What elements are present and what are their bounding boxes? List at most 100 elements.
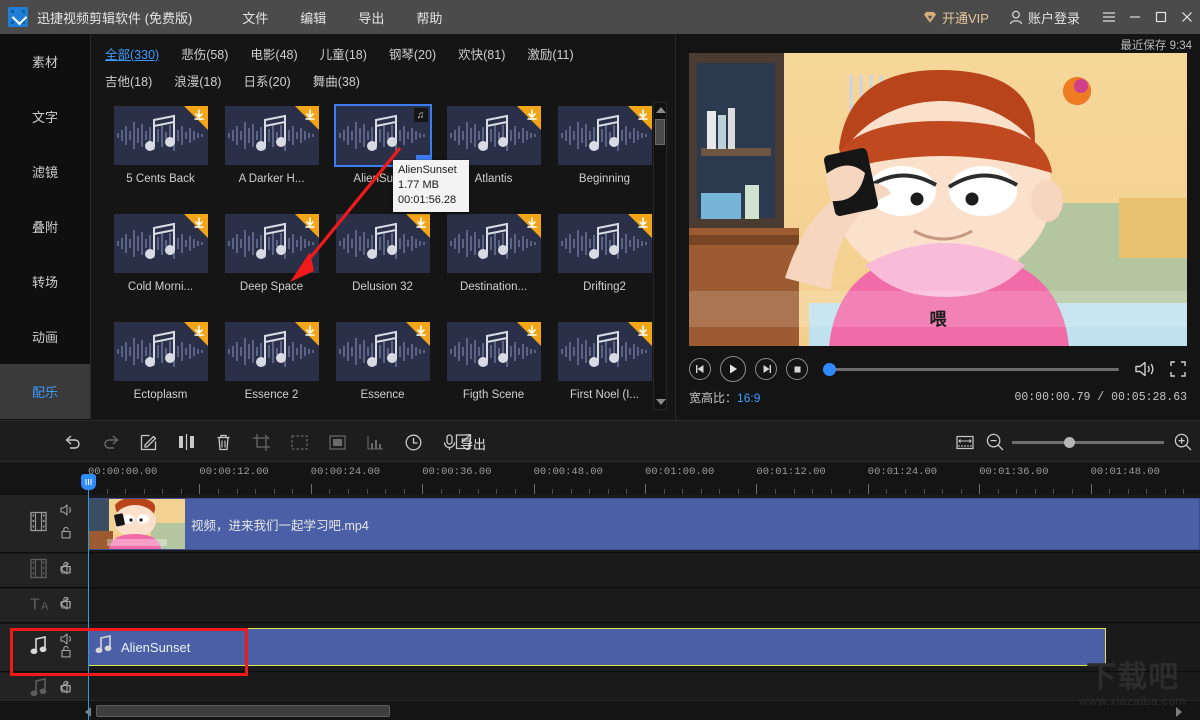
music-item[interactable]: Drifting2	[549, 208, 660, 316]
lock-toggle-icon[interactable]	[60, 526, 72, 539]
prev-frame-button[interactable]	[689, 358, 711, 380]
track-header[interactable]	[0, 495, 88, 552]
edit-button[interactable]	[137, 431, 159, 453]
undo-button[interactable]	[62, 431, 84, 453]
mute-toggle-icon[interactable]	[60, 504, 74, 516]
category-tab-children[interactable]: 儿童(18)	[320, 44, 367, 63]
music-item[interactable]: Essence	[327, 316, 438, 424]
music-thumbnail[interactable]	[558, 322, 652, 381]
music-item[interactable]: A Darker H...	[216, 100, 327, 208]
music-thumbnail[interactable]	[114, 214, 208, 273]
timeline-horizontal-scrollbar[interactable]	[0, 700, 1200, 720]
play-button[interactable]	[720, 356, 746, 382]
music-thumbnail[interactable]	[225, 214, 319, 273]
sidebar-item-material[interactable]: 素材	[0, 34, 90, 89]
mask-button[interactable]	[288, 431, 310, 453]
split-button[interactable]	[175, 431, 197, 453]
zoom-in-button[interactable]	[1172, 431, 1194, 453]
sidebar-item-transition[interactable]: 转场	[0, 254, 90, 309]
menu-export[interactable]: 导出	[342, 4, 400, 31]
timeline-ruler[interactable]: 00:00:00.0000:00:12.0000:00:24.0000:00:3…	[0, 462, 1200, 495]
mosaic-button[interactable]	[326, 431, 348, 453]
playhead-handle[interactable]	[81, 474, 96, 490]
track-lane[interactable]	[88, 589, 1200, 622]
track-lane[interactable]	[88, 554, 1200, 587]
track-lock-button[interactable]	[60, 561, 72, 579]
music-item[interactable]: Delusion 32	[327, 208, 438, 316]
mute-toggle-icon[interactable]	[60, 633, 74, 645]
track-lock-button[interactable]	[60, 645, 72, 663]
category-tab-romantic[interactable]: 浪漫(18)	[174, 71, 221, 90]
close-button[interactable]	[1174, 0, 1200, 34]
music-item[interactable]: Deep Space	[216, 208, 327, 316]
category-tab-japanese[interactable]: 日系(20)	[243, 71, 290, 90]
track-lock-button[interactable]	[60, 680, 72, 698]
progress-handle[interactable]	[823, 363, 836, 376]
scroll-down-icon[interactable]	[656, 399, 666, 405]
sidebar-item-music[interactable]: 配乐	[0, 364, 90, 419]
audio-clip[interactable]: AlienSunset	[88, 628, 1106, 666]
music-thumbnail[interactable]: ♫	[336, 106, 430, 165]
music-thumbnail[interactable]	[225, 322, 319, 381]
hscroll-right-icon[interactable]	[1176, 707, 1182, 717]
playhead[interactable]	[88, 482, 89, 720]
music-thumbnail[interactable]	[114, 322, 208, 381]
sidebar-item-animation[interactable]: 动画	[0, 309, 90, 364]
music-item[interactable]: First Noel (I...	[549, 316, 660, 424]
track-header[interactable]: T A	[0, 589, 88, 622]
hscroll-thumb[interactable]	[96, 705, 390, 717]
track-lock-button[interactable]	[60, 596, 72, 614]
category-tab-inspire[interactable]: 激励(11)	[527, 44, 573, 63]
export-label[interactable]: 导出	[460, 434, 486, 453]
speed-button[interactable]	[402, 431, 424, 453]
music-thumbnail[interactable]	[225, 106, 319, 165]
track-header[interactable]	[0, 554, 88, 587]
next-frame-button[interactable]	[755, 358, 777, 380]
hscroll-track[interactable]	[96, 705, 1170, 717]
category-tab-piano[interactable]: 钢琴(20)	[389, 44, 436, 63]
volume-button[interactable]	[1134, 360, 1156, 378]
crop-button[interactable]	[250, 431, 272, 453]
music-thumbnail[interactable]	[336, 322, 430, 381]
track-mute-button[interactable]	[60, 503, 74, 521]
lock-toggle-icon[interactable]	[60, 596, 72, 609]
music-thumbnail[interactable]	[447, 214, 541, 273]
video-clip[interactable]: 视频，进来我们一起学习吧.mp4	[88, 498, 1200, 550]
menu-help[interactable]: 帮助	[400, 4, 458, 31]
zoom-out-button[interactable]	[984, 431, 1006, 453]
scrollbar-thumb[interactable]	[655, 119, 665, 145]
sidebar-item-overlay[interactable]: 叠附	[0, 199, 90, 254]
track-lane[interactable]: AlienSunset	[88, 624, 1200, 671]
audio-meter-button[interactable]	[364, 431, 386, 453]
progress-slider[interactable]	[823, 362, 1119, 376]
scroll-up-icon[interactable]	[656, 107, 666, 113]
sidebar-item-text[interactable]: 文字	[0, 89, 90, 144]
category-tab-guitar[interactable]: 吉他(18)	[105, 71, 152, 90]
category-tab-movie[interactable]: 电影(48)	[250, 44, 297, 63]
sidebar-item-filter[interactable]: 滤镜	[0, 144, 90, 199]
music-item[interactable]: 5 Cents Back	[105, 100, 216, 208]
video-preview[interactable]: 喂	[689, 53, 1187, 346]
music-item[interactable]: Essence 2	[216, 316, 327, 424]
category-tab-all[interactable]: 全部(330)	[105, 44, 159, 63]
maximize-button[interactable]	[1148, 0, 1174, 34]
music-item[interactable]: Figth Scene	[438, 316, 549, 424]
music-item[interactable]: Beginning	[549, 100, 660, 208]
timeline-zoom-slider[interactable]	[1012, 441, 1164, 444]
account-button[interactable]: 账户登录	[999, 8, 1090, 27]
fullscreen-button[interactable]	[1169, 360, 1187, 378]
lock-toggle-icon[interactable]	[60, 680, 72, 693]
music-thumbnail[interactable]	[558, 106, 652, 165]
delete-button[interactable]	[212, 431, 234, 453]
menu-edit[interactable]: 编辑	[284, 4, 342, 31]
menu-file[interactable]: 文件	[226, 4, 284, 31]
redo-button[interactable]	[100, 431, 122, 453]
lock-toggle-icon[interactable]	[60, 645, 72, 658]
category-tab-dance[interactable]: 舞曲(38)	[313, 71, 360, 90]
music-item[interactable]: Cold Morni...	[105, 208, 216, 316]
music-thumbnail[interactable]	[558, 214, 652, 273]
menu-hamburger-button[interactable]	[1096, 0, 1122, 34]
music-scrollbar[interactable]	[653, 102, 667, 410]
lock-toggle-icon[interactable]	[60, 561, 72, 574]
stop-button[interactable]	[786, 358, 808, 380]
